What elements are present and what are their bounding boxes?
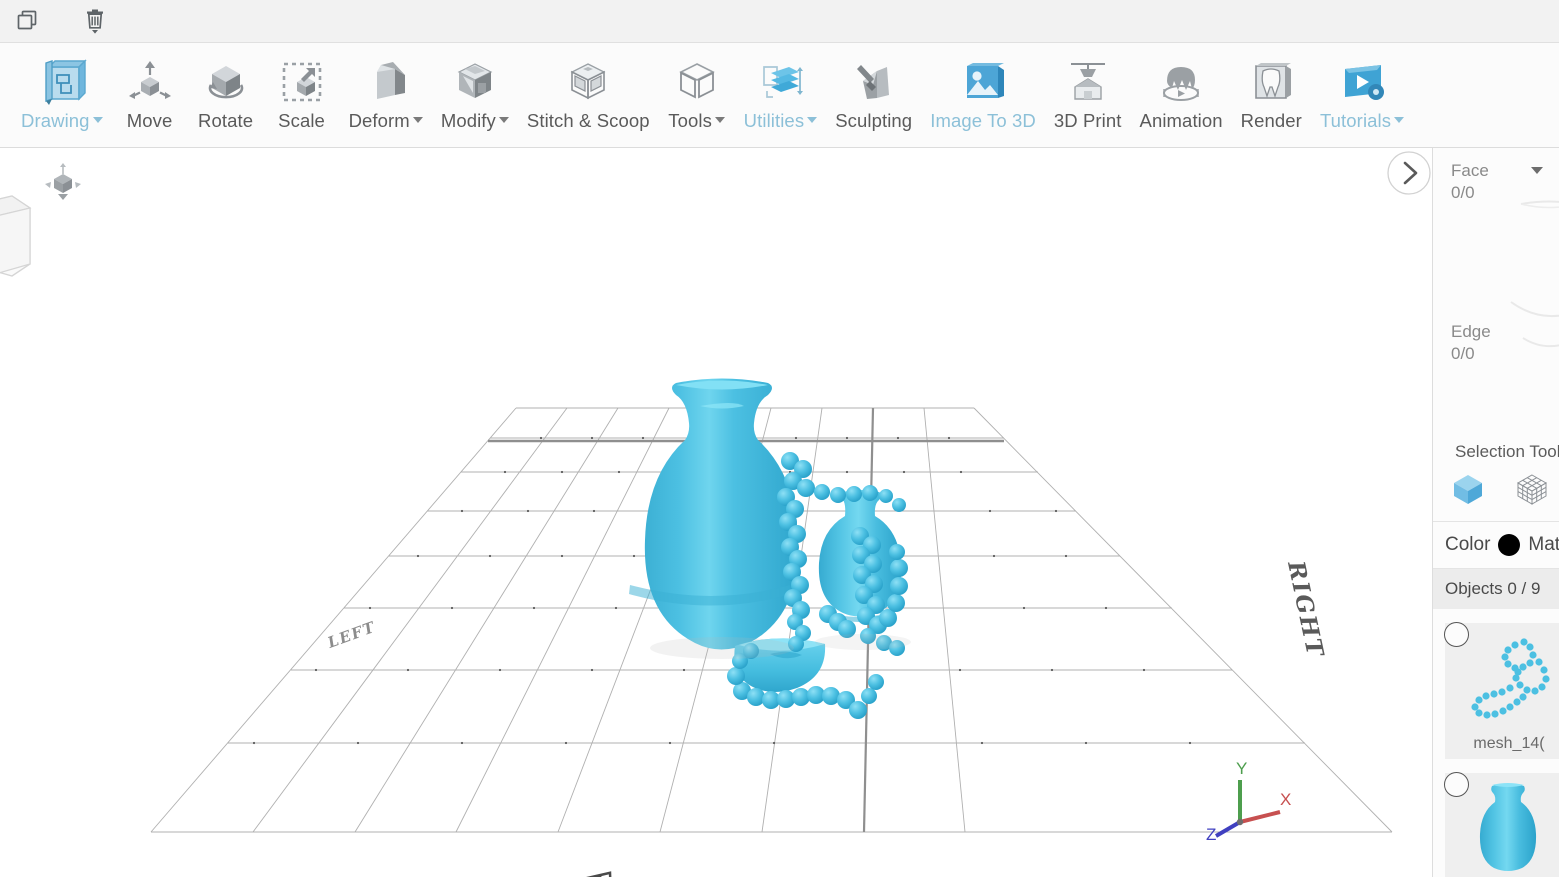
delete-icon[interactable] — [68, 0, 122, 43]
objects-header: Objects 0 / 9 — [1433, 569, 1559, 609]
ribbon-label-tutorials: Tutorials — [1320, 111, 1405, 131]
ribbon-label-animation: Animation — [1139, 110, 1223, 131]
sculpting-icon — [845, 53, 903, 111]
ribbon-label-deform: Deform — [349, 111, 423, 131]
ribbon-item-animation[interactable]: Animation — [1131, 43, 1232, 148]
ribbon-item-tutorials[interactable]: Tutorials — [1311, 43, 1413, 148]
selection-tool-title: Selection Tool — [1455, 442, 1559, 461]
svg-text:X: X — [1280, 790, 1291, 809]
chevron-right-icon — [1387, 151, 1431, 195]
ribbon-item-move[interactable]: Move — [112, 43, 188, 148]
ribbon-label-drawing: Drawing — [21, 111, 103, 131]
selection-mode-row[interactable]: Face — [1433, 148, 1559, 181]
view-home-gizmo[interactable] — [40, 160, 86, 216]
object-select-radio[interactable] — [1444, 622, 1469, 647]
right-properties-panel: Face 0/0 Edge 0/0 Selection Tool Color M… — [1432, 148, 1559, 877]
selection-edge-label: Edge — [1451, 322, 1491, 341]
main-ribbon: Drawing Move Rotate Scale Deform Modify … — [0, 43, 1559, 148]
ribbon-label-move: Move — [126, 110, 173, 131]
ground-label-right: RIGHT — [1282, 558, 1329, 661]
ribbon-item-sculpting[interactable]: Sculpting — [826, 43, 921, 148]
modify-icon — [446, 53, 504, 111]
svg-text:FRONT: FRONT — [436, 863, 622, 877]
drawing-icon — [33, 53, 91, 111]
ghost-preview — [1510, 200, 1559, 348]
viewport-3d[interactable]: FRONT LEFT RIGHT — [0, 148, 1432, 877]
color-label: Color — [1445, 534, 1491, 555]
ribbon-item-stitch-scoop[interactable]: Stitch & Scoop — [518, 43, 659, 148]
ribbon-item-rotate[interactable]: Rotate — [188, 43, 264, 148]
ribbon-item-scale[interactable]: Scale — [264, 43, 340, 148]
selection-tool-modes — [1433, 472, 1559, 522]
ribbon-item-modify[interactable]: Modify — [432, 43, 518, 148]
duplicate-icon[interactable] — [0, 0, 54, 43]
ribbon-item-drawing[interactable]: Drawing — [12, 43, 112, 148]
svg-text:RIGHT: RIGHT — [1282, 558, 1329, 661]
ground-label-front: FRONT — [436, 863, 622, 877]
render-icon — [1242, 53, 1300, 111]
rotate-icon — [197, 53, 255, 111]
svg-text:LEFT: LEFT — [324, 618, 378, 652]
ribbon-label-image-to-3d: Image To 3D — [930, 110, 1036, 131]
animation-icon — [1152, 53, 1210, 111]
object-name: mesh_14( — [1473, 735, 1545, 752]
ribbon-label-modify: Modify — [441, 111, 509, 131]
stitch-scoop-icon — [559, 53, 617, 111]
solid-cube-icon[interactable] — [1451, 472, 1485, 511]
tools-icon — [668, 53, 726, 111]
panel-collapse-button[interactable] — [1386, 150, 1432, 196]
ground-label-left: LEFT — [324, 618, 378, 652]
ribbon-label-tools: Tools — [668, 111, 725, 131]
svg-text:Y: Y — [1236, 760, 1247, 778]
utilities-icon — [751, 53, 809, 111]
ribbon-item-deform[interactable]: Deform — [340, 43, 432, 148]
tutorials-icon — [1333, 53, 1391, 111]
ribbon-item-utilities[interactable]: Utilities — [735, 43, 827, 148]
ribbon-label-utilities: Utilities — [744, 111, 818, 131]
quick-action-bar — [0, 0, 1559, 43]
ribbon-label-render: Render — [1240, 110, 1302, 131]
color-swatch[interactable] — [1498, 534, 1521, 556]
3d-print-icon — [1059, 53, 1117, 111]
color-material-row[interactable]: Color Mat — [1433, 522, 1559, 569]
move-icon — [121, 53, 179, 111]
object-list-item[interactable]: mesh_14( — [1444, 622, 1559, 759]
shadow-small-vase — [815, 634, 911, 650]
ribbon-label-sculpting: Sculpting — [835, 110, 913, 131]
image-to-3d-icon — [954, 53, 1012, 111]
object-select-radio[interactable] — [1444, 772, 1469, 797]
ribbon-item-image-to-3d[interactable]: Image To 3D — [921, 43, 1045, 148]
ribbon-item-render[interactable]: Render — [1232, 43, 1311, 148]
ribbon-label-rotate: Rotate — [198, 110, 254, 131]
chevron-down-icon[interactable] — [1531, 167, 1543, 174]
ribbon-label-stitch-scoop: Stitch & Scoop — [526, 110, 650, 131]
ribbon-item-tools[interactable]: Tools — [659, 43, 735, 148]
ribbon-item-3d-print[interactable]: 3D Print — [1045, 43, 1131, 148]
axis-triad: Y X Z — [1206, 760, 1291, 844]
deform-icon — [357, 53, 415, 111]
scale-icon — [273, 53, 331, 111]
mesh-cube-icon[interactable] — [1515, 472, 1549, 511]
svg-text:Z: Z — [1206, 825, 1216, 844]
shadow-large-vase — [650, 637, 794, 659]
model-group[interactable] — [629, 378, 908, 720]
ribbon-label-3d-print: 3D Print — [1053, 110, 1122, 131]
ribbon-label-scale: Scale — [278, 110, 325, 131]
app-root: Drawing Move Rotate Scale Deform Modify … — [0, 0, 1559, 877]
material-label[interactable]: Mat — [1528, 534, 1559, 556]
view-cube[interactable] — [0, 188, 36, 288]
mesh-large-vase[interactable] — [629, 378, 799, 650]
selection-mode-label: Face — [1451, 161, 1489, 180]
object-list-item[interactable] — [1444, 772, 1559, 877]
